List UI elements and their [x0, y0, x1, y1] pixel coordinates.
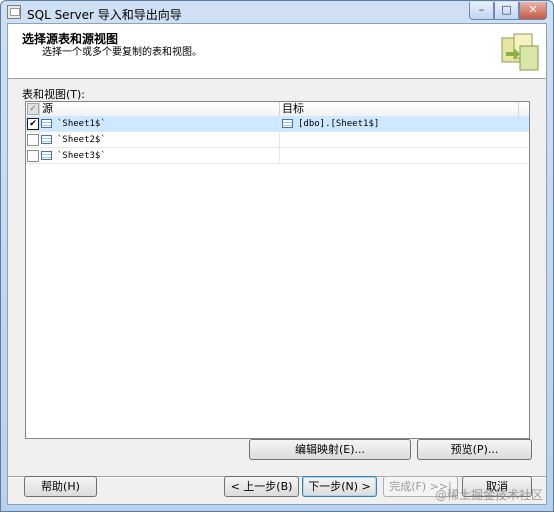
table-icon [282, 119, 293, 128]
table-row[interactable]: ✔ `Sheet1$` [dbo].[Sheet1$] [26, 116, 529, 132]
cell-separator [279, 116, 280, 132]
select-all-checkbox[interactable]: ✓ [27, 103, 39, 115]
window-title: SQL Server 导入和导出向导 [27, 8, 182, 22]
wizard-logo-icon [501, 33, 539, 71]
watermark: @稀土掘金技术社区 [435, 488, 544, 502]
table-icon [41, 151, 52, 160]
wizard-window: SQL Server 导入和导出向导 – □ ✕ 选择源表和源视图 选择一个或多… [0, 0, 554, 512]
column-header-source[interactable]: 源 [42, 102, 53, 116]
back-button[interactable]: < 上一步(B) [224, 476, 299, 497]
title-bar[interactable]: SQL Server 导入和导出向导 – □ ✕ [1, 1, 553, 23]
tables-grid[interactable]: ✓ 源 目标 ✔ `Sheet1$` [dbo].[Sheet1$] `Shee… [25, 101, 530, 439]
destination-cell[interactable]: [dbo].[Sheet1$] [298, 117, 379, 131]
row-checkbox[interactable] [27, 150, 39, 162]
header-separator [518, 102, 519, 116]
tables-label: 表和视图(T): [22, 88, 86, 101]
table-icon [41, 119, 52, 128]
table-row[interactable]: `Sheet3$` [26, 148, 529, 164]
cell-separator [279, 148, 280, 164]
header-separator [279, 102, 280, 116]
help-button[interactable]: 帮助(H) [24, 476, 97, 497]
header-separator [39, 102, 40, 116]
column-header-destination[interactable]: 目标 [282, 102, 304, 116]
next-button[interactable]: 下一步(N) > [302, 476, 377, 497]
source-cell: `Sheet1$` [57, 119, 106, 129]
close-button[interactable]: ✕ [519, 2, 547, 20]
preview-button[interactable]: 预览(P)... [417, 439, 532, 460]
minimize-button[interactable]: – [469, 2, 494, 20]
app-icon [7, 5, 21, 19]
maximize-button[interactable]: □ [494, 2, 519, 20]
source-cell: `Sheet2$` [57, 135, 106, 145]
edit-mappings-button[interactable]: 编辑映射(E)... [249, 439, 411, 460]
wizard-header: 选择源表和源视图 选择一个或多个要复制的表和视图。 [8, 24, 546, 79]
row-checkbox[interactable] [27, 134, 39, 146]
page-subtitle: 选择一个或多个要复制的表和视图。 [42, 47, 202, 58]
table-icon [41, 135, 52, 144]
cell-separator [279, 132, 280, 148]
row-checkbox[interactable]: ✔ [27, 118, 39, 130]
table-row[interactable]: `Sheet2$` [26, 132, 529, 148]
grid-header: ✓ 源 目标 [26, 102, 529, 117]
source-cell: `Sheet3$` [57, 151, 106, 161]
wizard-client-area: 选择源表和源视图 选择一个或多个要复制的表和视图。 表和视图(T): ✓ 源 目… [7, 23, 547, 505]
